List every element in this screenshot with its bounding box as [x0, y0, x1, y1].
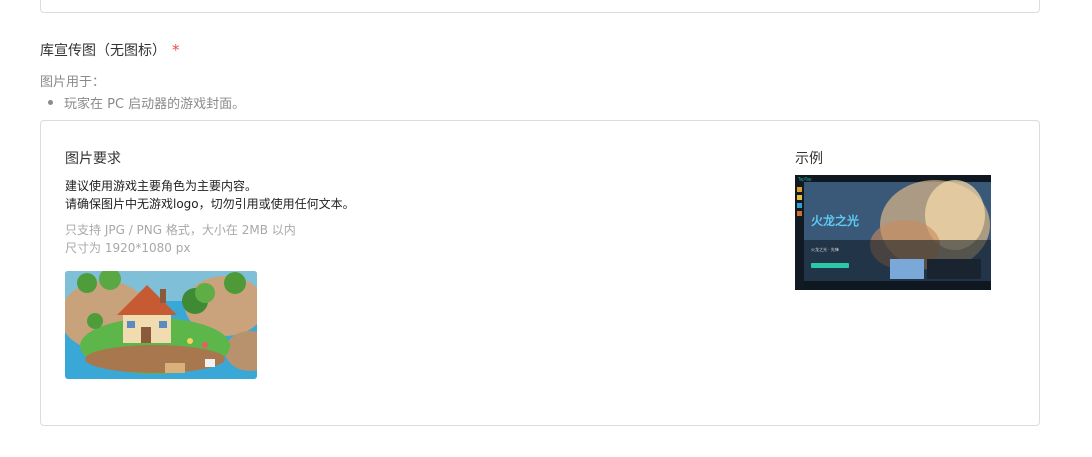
usage-item: 玩家在 PC 启动器的游戏封面。 [40, 93, 245, 112]
required-mark: * [172, 41, 180, 59]
example-brand: TapTap [797, 177, 812, 182]
example-game-title: 火龙之光 [811, 213, 859, 228]
example-subtitle: 火龙之光 · 先锋 [811, 246, 839, 252]
previous-field-box [40, 0, 1040, 13]
uploaded-image-illustration [65, 271, 257, 379]
field-title-text: 库宣传图（无图标） [40, 43, 166, 59]
usage-label: 图片用于： [40, 75, 106, 90]
example-title: 示例 [795, 151, 823, 167]
upload-panel: 图片要求 建议使用游戏主要角色为主要内容。 请确保图片中无游戏logo，切勿引用… [40, 120, 1040, 426]
usage-list: 玩家在 PC 启动器的游戏封面。 [40, 93, 245, 112]
uploaded-image[interactable] [65, 271, 257, 379]
example-screenshot: TapTap 火龙之光 火龙之光 · 先锋 [795, 175, 991, 290]
format-spec: 只支持 JPG / PNG 格式，大小在 2MB 以内 [65, 223, 296, 237]
requirement-line-1: 建议使用游戏主要角色为主要内容。 [65, 179, 258, 193]
requirement-line-2: 请确保图片中无游戏logo，切勿引用或使用任何文本。 [65, 197, 355, 211]
size-spec: 尺寸为 1920*1080 px [65, 241, 191, 255]
field-title: 库宣传图（无图标） * [40, 40, 180, 60]
requirements-title: 图片要求 [65, 151, 121, 167]
example-image: TapTap 火龙之光 火龙之光 · 先锋 [795, 175, 991, 290]
